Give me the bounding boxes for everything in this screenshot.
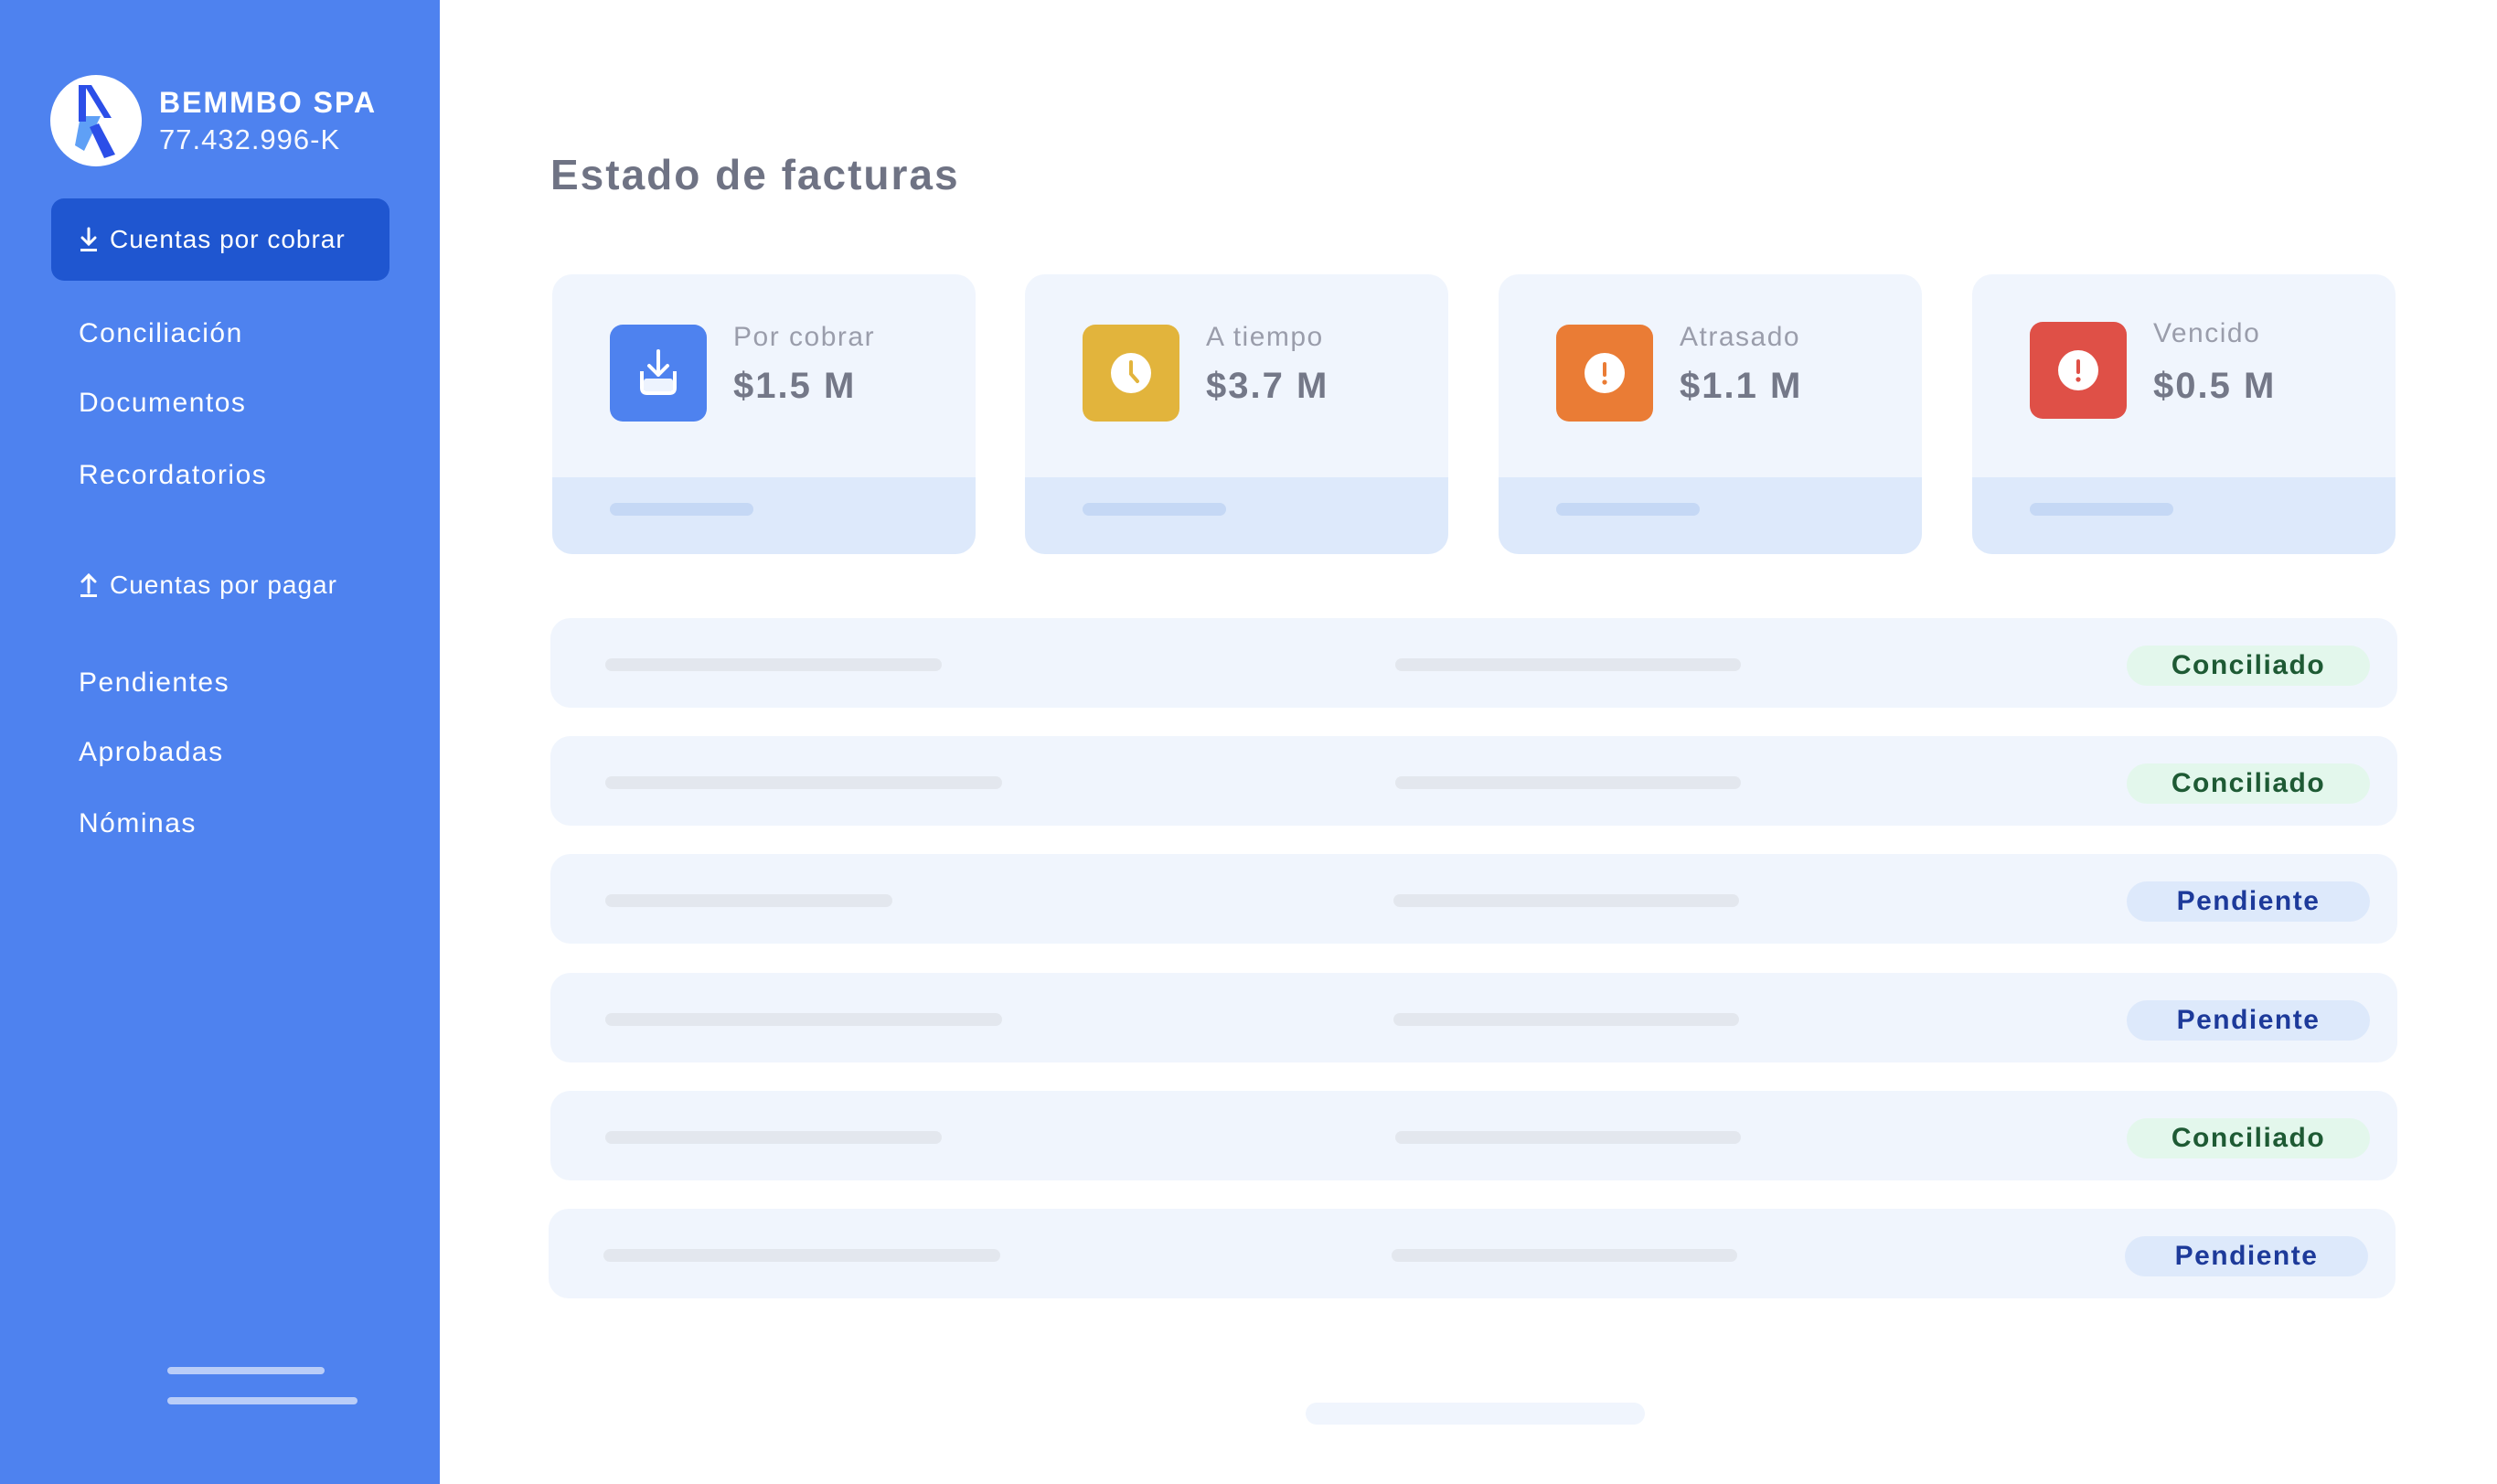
- table-row[interactable]: Conciliado: [550, 1091, 2397, 1180]
- nav-item-aprobadas[interactable]: Aprobadas: [79, 737, 224, 768]
- row-placeholder-bar: [603, 1249, 1000, 1262]
- company-logo-icon: [50, 75, 142, 166]
- table-row[interactable]: Conciliado: [550, 736, 2397, 826]
- nav-cuentas-por-cobrar-label: Cuentas por cobrar: [110, 225, 346, 253]
- card-value: $0.5 M: [2153, 366, 2277, 406]
- status-badge: Conciliado: [2127, 1118, 2370, 1158]
- row-placeholder-bar: [605, 658, 942, 671]
- clock-icon: [1083, 325, 1179, 422]
- card-label: Por cobrar: [733, 322, 876, 352]
- status-badge: Pendiente: [2125, 1236, 2368, 1276]
- table-row[interactable]: Pendiente: [550, 973, 2397, 1062]
- row-placeholder-bar: [605, 894, 892, 907]
- card-label: Vencido: [2153, 318, 2261, 348]
- table-row[interactable]: Pendiente: [549, 1209, 2396, 1298]
- status-badge: Pendiente: [2127, 1000, 2370, 1041]
- pagination-placeholder[interactable]: [1306, 1403, 1645, 1425]
- company-brand: BEMMBO SPA 77.432.996-K: [50, 75, 377, 166]
- status-badge: Conciliado: [2127, 646, 2370, 686]
- row-placeholder-bar: [1395, 776, 1741, 789]
- row-placeholder-bar: [1392, 1249, 1737, 1262]
- nav-item-documentos[interactable]: Documentos: [79, 388, 246, 419]
- row-placeholder-bar: [605, 1013, 1002, 1026]
- sidebar-placeholder-line: [167, 1397, 357, 1404]
- nav-item-pendientes[interactable]: Pendientes: [79, 667, 229, 699]
- card-placeholder-bar: [2030, 503, 2173, 516]
- card-label: A tiempo: [1206, 322, 1324, 352]
- page-title: Estado de facturas: [550, 151, 960, 198]
- row-placeholder-bar: [1393, 1013, 1739, 1026]
- card-placeholder-bar: [1556, 503, 1700, 516]
- summary-card-a-tiempo[interactable]: A tiempo $3.7 M: [1025, 274, 1448, 554]
- card-value: $1.5 M: [733, 366, 857, 406]
- nav-cuentas-por-pagar[interactable]: Cuentas por pagar: [79, 571, 337, 600]
- table-row[interactable]: Pendiente: [550, 854, 2397, 944]
- download-icon: [79, 227, 99, 252]
- summary-card-atrasado[interactable]: Atrasado $1.1 M: [1499, 274, 1922, 554]
- summary-card-por-cobrar[interactable]: Por cobrar $1.5 M: [552, 274, 976, 554]
- card-placeholder-bar: [1083, 503, 1226, 516]
- card-label: Atrasado: [1680, 322, 1801, 352]
- download-tray-icon: [610, 325, 707, 422]
- row-placeholder-bar: [1393, 894, 1739, 907]
- row-placeholder-bar: [605, 776, 1002, 789]
- nav-cuentas-por-pagar-label: Cuentas por pagar: [110, 571, 337, 599]
- company-rut: 77.432.996-K: [159, 123, 341, 155]
- sidebar: BEMMBO SPA 77.432.996-K Cuentas por cobr…: [0, 0, 440, 1484]
- row-placeholder-bar: [1395, 658, 1741, 671]
- nav-item-conciliacion[interactable]: Conciliación: [79, 318, 243, 349]
- nav-item-recordatorios[interactable]: Recordatorios: [79, 460, 267, 491]
- row-placeholder-bar: [1395, 1131, 1741, 1144]
- status-badge: Conciliado: [2127, 763, 2370, 804]
- card-value: $3.7 M: [1206, 366, 1329, 406]
- company-name: BEMMBO SPA: [159, 86, 378, 119]
- nav-cuentas-por-cobrar[interactable]: Cuentas por cobrar: [51, 198, 389, 281]
- card-value: $1.1 M: [1680, 366, 1803, 406]
- status-badge: Pendiente: [2127, 881, 2370, 922]
- summary-card-vencido[interactable]: Vencido $0.5 M: [1972, 274, 2396, 554]
- upload-icon: [79, 572, 99, 598]
- table-row[interactable]: Conciliado: [550, 618, 2397, 708]
- sidebar-placeholder-line: [167, 1367, 325, 1374]
- card-placeholder-bar: [610, 503, 753, 516]
- nav-item-nominas[interactable]: Nóminas: [79, 808, 197, 839]
- alert-icon: [1556, 325, 1653, 422]
- alert-icon: [2030, 322, 2127, 419]
- row-placeholder-bar: [605, 1131, 942, 1144]
